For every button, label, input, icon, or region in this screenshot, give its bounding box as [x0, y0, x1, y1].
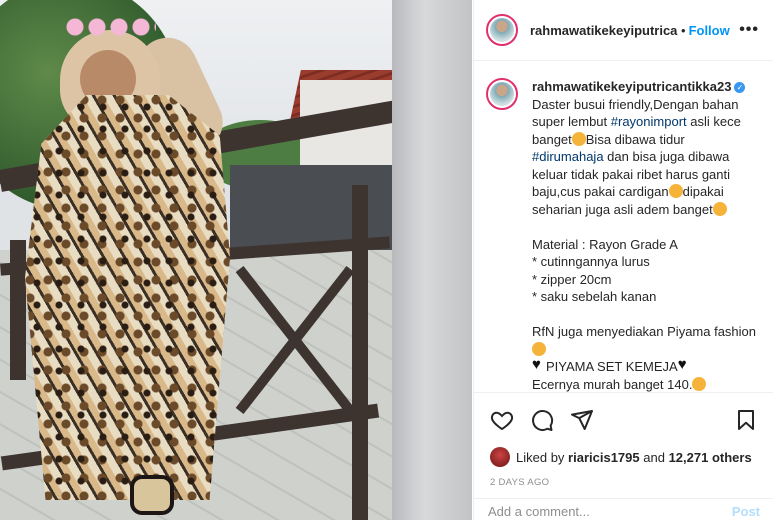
caption-text-segment: Material : Rayon Grade A * cutinngannya …: [532, 236, 757, 339]
actions-area: Liked by riaricis1795 and 12,271 others …: [474, 392, 773, 488]
caption-hashtag[interactable]: #rayonimport: [611, 114, 687, 129]
caption-avatar[interactable]: [486, 78, 518, 110]
caption-scroll-area[interactable]: rahmawatikekeyiputricantikka23 ✓ Daster bu…: [474, 62, 773, 392]
caption-text-segment: PIYAMA SET KEMEJA: [546, 359, 678, 374]
heart-outline-icon[interactable]: [490, 408, 514, 432]
post-timestamp[interactable]: 2 DAYS AGO: [490, 477, 758, 488]
author-avatar[interactable]: [486, 14, 518, 46]
more-options-icon[interactable]: •••: [739, 21, 759, 39]
photo-railing-post: [10, 240, 26, 380]
caption-text-segment: Ecernya murah banget 140.: [532, 376, 693, 392]
photo-sandal: [130, 475, 174, 515]
photo-person-dress: [25, 95, 230, 500]
photo-flower-crown: [64, 12, 156, 42]
smile-emoji-icon: [532, 341, 546, 356]
comment-input[interactable]: [488, 504, 732, 519]
comment-icon[interactable]: [530, 408, 554, 432]
black-heart-emoji-icon: [532, 356, 546, 374]
caption-row: rahmawatikekeyiputricantikka23 ✓ Daster bu…: [486, 78, 762, 392]
smile-heart-eyes-emoji-icon: [712, 201, 727, 216]
comment-bar: Post: [474, 498, 773, 520]
caption-username[interactable]: rahmawatikekeyiputricantikka23: [532, 79, 731, 94]
black-heart-emoji-icon: [678, 356, 692, 374]
action-bar: [490, 407, 758, 433]
caption-body: Daster busui friendly,Dengan bahan super…: [532, 97, 760, 393]
liker-username[interactable]: riaricis1795: [568, 450, 640, 465]
likes-row: Liked by riaricis1795 and 12,271 others: [490, 447, 758, 467]
caption-text-segment: Bisa dibawa tidur: [585, 131, 689, 147]
follow-button[interactable]: Follow: [689, 23, 730, 38]
likes-middle: and: [643, 449, 665, 465]
verified-badge-icon: ✓: [734, 82, 746, 93]
likes-prefix: Liked by: [516, 449, 565, 465]
caption-hashtag[interactable]: #dirumahaja: [532, 149, 604, 164]
smile-heart-eyes-emoji-icon: [692, 376, 707, 391]
likes-count[interactable]: 12,271 others: [669, 450, 752, 465]
post-comment-button[interactable]: Post: [732, 504, 760, 519]
post-photo[interactable]: [0, 0, 472, 520]
separator-dot: •: [681, 22, 686, 38]
post-header: rahmawatikekeyiputricant • Follow •••: [474, 0, 773, 61]
smile-emoji-icon: [668, 184, 683, 198]
post-side-panel: rahmawatikekeyiputricant • Follow ••• ra…: [473, 0, 773, 520]
photo-pillar: [392, 0, 472, 520]
caption-text: rahmawatikekeyiputricantikka23 ✓ Daster bu…: [532, 78, 758, 392]
author-username[interactable]: rahmawatikekeyiputricant: [530, 23, 678, 38]
smile-heart-eyes-emoji-icon: [571, 131, 586, 146]
photo-railing-post: [352, 185, 368, 520]
bookmark-icon[interactable]: [734, 408, 758, 432]
paper-plane-icon[interactable]: [570, 408, 594, 432]
liker-avatar[interactable]: [490, 447, 510, 467]
